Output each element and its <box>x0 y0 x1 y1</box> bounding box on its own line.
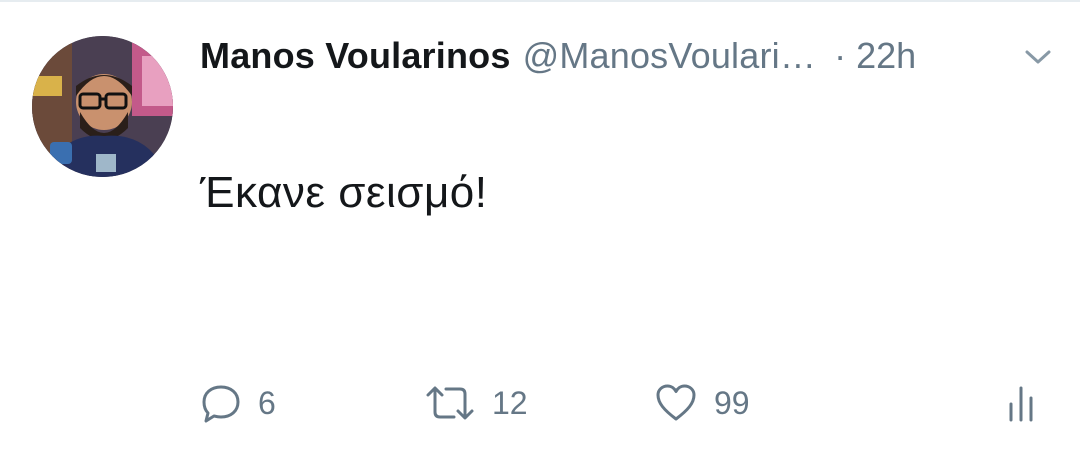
avatar-image <box>32 36 173 177</box>
reply-count: 6 <box>258 384 276 421</box>
heart-icon <box>656 384 696 421</box>
separator-dot: · <box>834 35 847 76</box>
reply-button[interactable]: 6 <box>200 378 276 428</box>
analytics-button[interactable] <box>1006 378 1036 428</box>
top-divider <box>0 0 1080 2</box>
analytics-icon <box>1009 386 1033 422</box>
retweet-count: 12 <box>492 384 528 421</box>
tweet-options-button[interactable] <box>1018 40 1058 74</box>
retweet-button[interactable]: 12 <box>424 378 528 428</box>
tweet-timestamp[interactable]: 22h <box>856 35 916 77</box>
avatar[interactable] <box>32 36 173 177</box>
reply-icon <box>202 385 240 423</box>
user-handle[interactable]: @ManosVoulari… <box>523 35 816 77</box>
tweet-header: Manos Voularinos @ManosVoulari… · 22h <box>200 34 1060 78</box>
chevron-down-icon <box>1025 50 1051 64</box>
retweet-icon <box>426 386 474 420</box>
like-button[interactable]: 99 <box>654 378 750 428</box>
tweet-actions: 6 12 99 <box>200 378 1060 428</box>
like-count: 99 <box>714 384 750 421</box>
display-name[interactable]: Manos Voularinos <box>200 35 511 77</box>
tweet-text: Έκανε σεισμό! <box>200 168 488 217</box>
